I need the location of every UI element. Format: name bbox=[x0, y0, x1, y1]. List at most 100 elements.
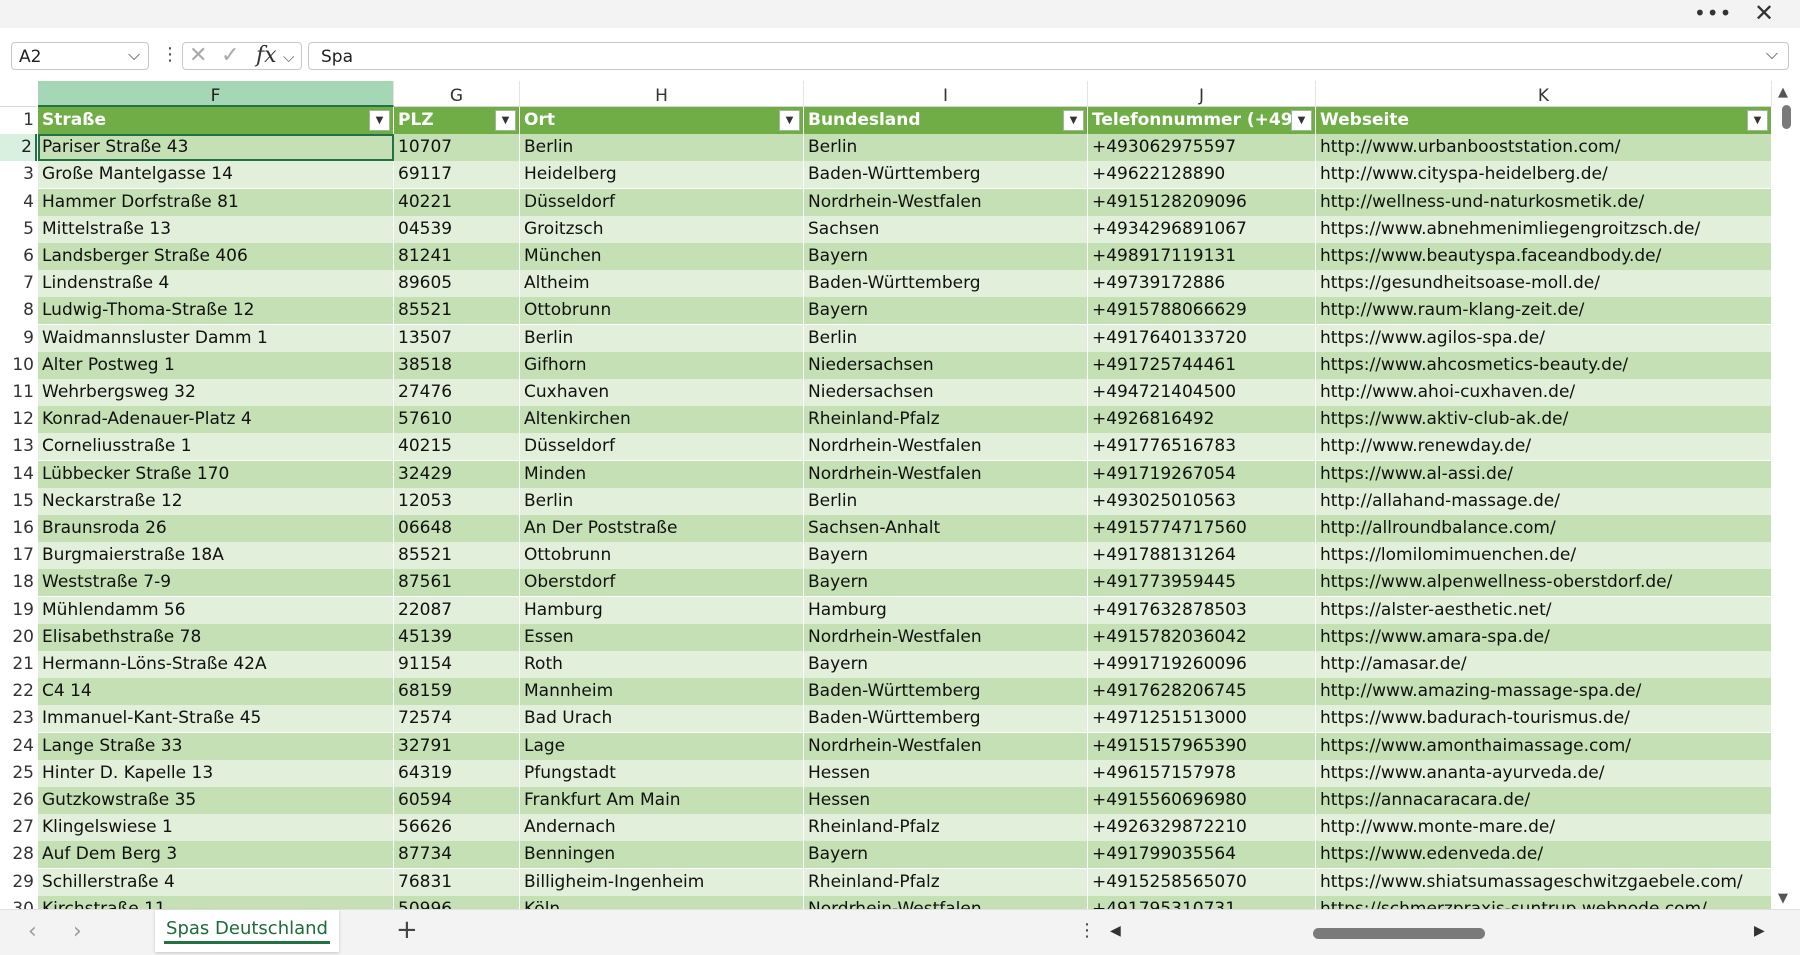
table-cell[interactable]: 13507 bbox=[394, 324, 520, 352]
table-cell[interactable]: +4926329872210 bbox=[1088, 814, 1316, 842]
row-header[interactable]: 11 bbox=[0, 379, 37, 406]
table-cell[interactable]: +4934296891067 bbox=[1088, 215, 1316, 243]
table-cell[interactable]: Rheinland-Pfalz bbox=[804, 814, 1088, 842]
table-cell[interactable]: https://www.al-assi.de/ bbox=[1316, 460, 1772, 488]
table-cell[interactable]: 69117 bbox=[394, 161, 520, 189]
table-cell[interactable]: +4915128209096 bbox=[1088, 188, 1316, 216]
table-cell[interactable]: Weststraße 7-9 bbox=[38, 569, 394, 597]
table-cell[interactable]: Bayern bbox=[804, 651, 1088, 678]
table-cell[interactable]: Lange Straße 33 bbox=[38, 732, 394, 760]
formula-input[interactable]: Spa ⌵ bbox=[308, 42, 1789, 70]
table-cell[interactable]: Schillerstraße 4 bbox=[38, 868, 394, 896]
table-cell[interactable]: Niedersachsen bbox=[804, 379, 1088, 406]
table-cell[interactable]: Mühlendamm 56 bbox=[38, 596, 394, 624]
table-cell[interactable]: Gutzkowstraße 35 bbox=[38, 787, 394, 814]
table-cell[interactable]: Rheinland-Pfalz bbox=[804, 868, 1088, 896]
row-header[interactable]: 18 bbox=[0, 569, 37, 597]
table-cell[interactable]: +491719267054 bbox=[1088, 460, 1316, 488]
table-cell[interactable]: Lage bbox=[520, 732, 804, 760]
table-cell[interactable]: 22087 bbox=[394, 596, 520, 624]
row-header[interactable]: 10 bbox=[0, 351, 37, 379]
table-cell[interactable]: +4915258565070 bbox=[1088, 868, 1316, 896]
table-cell[interactable]: Baden-Württemberg bbox=[804, 678, 1088, 706]
table-cell[interactable]: 32791 bbox=[394, 732, 520, 760]
table-cell[interactable]: +4915560696980 bbox=[1088, 787, 1316, 814]
table-cell[interactable]: 64319 bbox=[394, 759, 520, 787]
filter-dropdown-icon[interactable]: ▼ bbox=[1063, 110, 1084, 131]
table-cell[interactable]: 85521 bbox=[394, 542, 520, 570]
table-cell[interactable]: Bayern bbox=[804, 243, 1088, 270]
filter-dropdown-icon[interactable]: ▼ bbox=[779, 110, 800, 131]
table-cell[interactable]: Wehrbergsweg 32 bbox=[38, 379, 394, 406]
table-cell[interactable]: Kirchstraße 11 bbox=[38, 895, 394, 909]
table-cell[interactable]: Neckarstraße 12 bbox=[38, 487, 394, 515]
name-box[interactable]: A2 ⌵ bbox=[11, 42, 149, 70]
column-header-f[interactable]: F bbox=[38, 81, 394, 107]
table-cell[interactable]: Düsseldorf bbox=[520, 433, 804, 461]
table-cell[interactable]: 40221 bbox=[394, 188, 520, 216]
table-cell[interactable]: Gifhorn bbox=[520, 351, 804, 379]
table-cell[interactable]: Cuxhaven bbox=[520, 379, 804, 406]
table-cell[interactable]: https://www.abnehmenimliegengroitzsch.de… bbox=[1316, 215, 1772, 243]
table-cell[interactable]: Berlin bbox=[520, 487, 804, 515]
function-icon[interactable]: fx bbox=[256, 43, 277, 69]
table-cell[interactable]: http://www.urbanbooststation.com/ bbox=[1316, 134, 1772, 162]
table-cell[interactable]: 06648 bbox=[394, 515, 520, 542]
table-cell[interactable]: Altheim bbox=[520, 270, 804, 298]
table-cell[interactable]: Hermann-Löns-Straße 42A bbox=[38, 651, 394, 678]
table-cell[interactable]: 04539 bbox=[394, 215, 520, 243]
table-cell[interactable]: 56626 bbox=[394, 814, 520, 842]
table-cell[interactable]: Nordrhein-Westfalen bbox=[804, 433, 1088, 461]
table-cell[interactable]: 72574 bbox=[394, 705, 520, 733]
table-cell[interactable]: http://allahand-massage.de/ bbox=[1316, 487, 1772, 515]
table-cell[interactable]: 50996 bbox=[394, 895, 520, 909]
table-cell[interactable]: Ottobrunn bbox=[520, 542, 804, 570]
table-cell[interactable]: 87561 bbox=[394, 569, 520, 597]
row-header[interactable]: 15 bbox=[0, 487, 37, 515]
table-cell[interactable]: +494721404500 bbox=[1088, 379, 1316, 406]
row-header[interactable]: 22 bbox=[0, 678, 37, 706]
row-header[interactable]: 26 bbox=[0, 787, 37, 814]
table-cell[interactable]: Düsseldorf bbox=[520, 188, 804, 216]
table-cell[interactable]: https://alster-aesthetic.net/ bbox=[1316, 596, 1772, 624]
vertical-scroll-thumb[interactable] bbox=[1782, 105, 1791, 129]
column-header-j[interactable]: J bbox=[1088, 81, 1316, 107]
table-cell[interactable]: https://www.ananta-ayurveda.de/ bbox=[1316, 759, 1772, 787]
close-icon[interactable]: ✕ bbox=[1746, 0, 1782, 28]
table-cell[interactable]: +4915157965390 bbox=[1088, 732, 1316, 760]
table-cell[interactable]: Klingelswiese 1 bbox=[38, 814, 394, 842]
table-cell[interactable]: Landsberger Straße 406 bbox=[38, 243, 394, 270]
table-cell[interactable]: +49622128890 bbox=[1088, 161, 1316, 189]
column-header-k[interactable]: K bbox=[1316, 81, 1772, 107]
table-cell[interactable]: Berlin bbox=[520, 324, 804, 352]
table-cell[interactable]: +4926816492 bbox=[1088, 406, 1316, 434]
row-header[interactable]: 7 bbox=[0, 270, 37, 298]
table-header-cell[interactable]: Bundesland ▼ bbox=[804, 107, 1088, 134]
table-cell[interactable]: http://amasar.de/ bbox=[1316, 651, 1772, 678]
table-cell[interactable]: An Der Poststraße bbox=[520, 515, 804, 542]
table-cell[interactable]: Altenkirchen bbox=[520, 406, 804, 434]
table-cell[interactable]: http://www.cityspa-heidelberg.de/ bbox=[1316, 161, 1772, 189]
table-cell[interactable]: 60594 bbox=[394, 787, 520, 814]
row-header[interactable]: 29 bbox=[0, 868, 37, 896]
table-cell[interactable]: Ludwig-Thoma-Straße 12 bbox=[38, 297, 394, 325]
table-cell[interactable]: https://www.shiatsumassageschwitzgaebele… bbox=[1316, 868, 1772, 896]
table-cell[interactable]: Ottobrunn bbox=[520, 297, 804, 325]
table-cell[interactable]: +491773959445 bbox=[1088, 569, 1316, 597]
table-cell[interactable]: +4917640133720 bbox=[1088, 324, 1316, 352]
column-header-h[interactable]: H bbox=[520, 81, 804, 107]
table-cell[interactable]: Baden-Württemberg bbox=[804, 705, 1088, 733]
table-cell[interactable]: Berlin bbox=[804, 324, 1088, 352]
table-cell[interactable]: https://www.alpenwellness-oberstdorf.de/ bbox=[1316, 569, 1772, 597]
table-cell[interactable]: Billigheim-Ingenheim bbox=[520, 868, 804, 896]
table-cell[interactable]: 57610 bbox=[394, 406, 520, 434]
table-cell[interactable]: +491799035564 bbox=[1088, 841, 1316, 869]
table-cell[interactable]: Andernach bbox=[520, 814, 804, 842]
row-header[interactable]: 23 bbox=[0, 705, 37, 733]
table-cell[interactable]: +4915774717560 bbox=[1088, 515, 1316, 542]
more-vertical-icon[interactable]: ⋮ bbox=[161, 42, 179, 70]
table-cell[interactable]: https://annacaracara.de/ bbox=[1316, 787, 1772, 814]
table-cell[interactable]: Nordrhein-Westfalen bbox=[804, 623, 1088, 651]
table-cell[interactable]: 68159 bbox=[394, 678, 520, 706]
table-cell[interactable]: Groitzsch bbox=[520, 215, 804, 243]
